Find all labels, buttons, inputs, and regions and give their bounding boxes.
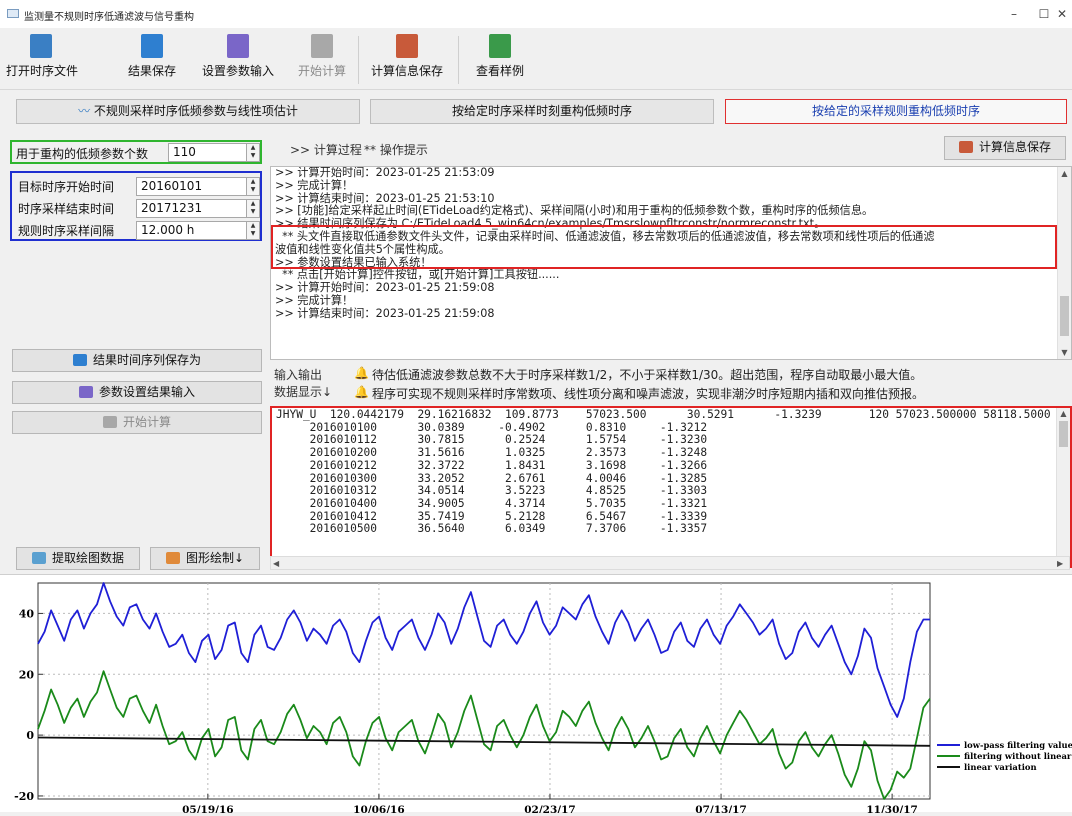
plot-frame — [37, 582, 931, 800]
save-result-button[interactable]: 结果保存 — [120, 32, 184, 88]
data-scrollbar[interactable]: ▲ ▼ — [1056, 408, 1070, 566]
toolbar-separator — [358, 36, 359, 84]
save-icon — [72, 354, 87, 366]
time-params-group: 目标时序开始时间 20160101 ▲ ▼ 时序采样结束时间 20171231 ▲… — [10, 171, 262, 241]
log-line: >> 完成计算！ — [275, 178, 354, 192]
data-row: 2016010212 32.3722 1.8431 3.1698 -1.3266 — [276, 458, 708, 472]
tab-given-rule[interactable]: 按给定的采样规则重构低频时序 — [725, 99, 1067, 124]
info-save-icon — [396, 34, 418, 58]
title-bar: 监测量不规则时序低通滤波与信号重构 – ☐ ✕ — [0, 0, 1072, 28]
start-time-input[interactable]: 20160101 — [136, 177, 248, 196]
legend-label: filtering without linear — [964, 751, 1072, 761]
y-tick-label: 40 — [19, 607, 35, 620]
data-row: 2016010400 34.9005 4.3714 5.7035 -1.3321 — [276, 496, 708, 510]
y-tick-label: 0 — [26, 729, 34, 742]
save-info-toolbar-button[interactable]: 计算信息保存 — [366, 32, 448, 88]
data-row: 2016010500 36.5640 6.0349 7.3706 -1.3357 — [276, 522, 708, 536]
window-title: 监测量不规则时序低通滤波与信号重构 — [24, 12, 194, 23]
log-process-label: >> 计算过程 — [290, 143, 362, 157]
line-chart: -200204005/19/16 10/06/16 02/23/17 07/13/17… — [14, 582, 1072, 816]
save-series-button[interactable]: 结果时间序列保存为 — [12, 349, 262, 372]
save-info-button[interactable]: 计算信息保存 — [944, 136, 1066, 160]
wave-icon: 〰 — [78, 104, 91, 118]
start-time-spinner[interactable]: ▲ ▼ — [246, 177, 260, 196]
scroll-right-icon[interactable]: ▶ — [1057, 559, 1063, 568]
log-pane[interactable]: >> 计算开始时间：2023-01-25 21:53:09 >> 完成计算！ >… — [270, 166, 1072, 360]
end-time-label: 时序采样结束时间 — [18, 202, 115, 216]
y-tick-label: -20 — [14, 790, 34, 803]
series-line-low-pass-filtering-value — [37, 582, 930, 718]
io-label: 输入输出 — [274, 368, 323, 382]
tab-given-times[interactable]: 按给定时序采样时刻重构低频时序 — [370, 99, 714, 124]
toolbar: 打开时序文件 结果保存 设置参数输入 开始计算 计算信息保存 查看样例 — [0, 28, 1072, 90]
log-scrollbar[interactable]: ▲ ▼ — [1057, 167, 1071, 359]
toolbar-separator — [458, 36, 459, 84]
settings-input-icon — [227, 34, 249, 58]
notice-line-2: 程序可实现不规则采样时序常数项、线性项分离和噪声滤波，实现非潮汐时序短期内插和双… — [372, 387, 925, 401]
legend-label: low-pass filtering value — [964, 740, 1072, 750]
open-file-button[interactable]: 打开时序文件 — [6, 32, 78, 88]
data-hscrollbar[interactable]: ◀ ▶ — [270, 556, 1070, 570]
notice-line-1: 待估低通滤波参数总数不大于时序采样数1/2，不小于采样数1/30。超出范围，程序… — [372, 368, 923, 382]
draw-icon — [165, 552, 180, 564]
legend-label: linear variation — [964, 762, 1037, 772]
bell-icon: 🔔 — [354, 366, 369, 380]
data-rows: JHYW_U 120.0442179 29.16216832 109.8773 … — [276, 408, 1051, 536]
interval-spinner[interactable]: ▲ ▼ — [246, 221, 260, 240]
data-display-label: 数据显示↓ — [274, 385, 333, 399]
data-header-row: JHYW_U 120.0442179 29.16216832 109.8773 … — [276, 408, 1051, 421]
lowfreq-count-input[interactable]: 110 — [168, 143, 250, 162]
log-highlight-box — [271, 225, 1057, 269]
data-scroll-thumb[interactable] — [1059, 421, 1068, 447]
log-line: >> 计算结束时间：2023-01-25 21:59:08 — [275, 306, 495, 320]
y-tick-label: 20 — [19, 668, 35, 681]
tab-irregular-params[interactable]: 〰 不规则采样时序低频参数与线性项估计 — [16, 99, 360, 124]
log-line: >> 计算开始时间：2023-01-25 21:53:09 — [275, 166, 495, 179]
scroll-up-icon[interactable]: ▲ — [1057, 409, 1070, 418]
open-file-icon — [30, 34, 52, 58]
calculate-icon — [102, 416, 117, 428]
draw-plot-button[interactable]: 图形绘制↓ — [150, 547, 260, 570]
start-calc-toolbar-button[interactable]: 开始计算 — [294, 32, 350, 88]
log-scroll-thumb[interactable] — [1060, 296, 1069, 336]
scroll-down-icon[interactable]: ▼ — [1058, 348, 1071, 357]
app-icon — [7, 9, 19, 18]
close-button[interactable]: ✕ — [1052, 4, 1072, 24]
interval-input[interactable]: 12.000 h — [136, 221, 248, 240]
start-time-label: 目标时序开始时间 — [18, 180, 115, 194]
log-hint-label: ** 操作提示 — [364, 143, 428, 157]
data-pane[interactable]: JHYW_U 120.0442179 29.16216832 109.8773 … — [270, 406, 1072, 568]
plot-panel: -20 0 20 40 05/19/16 10/06/16 02/23/17 07/13/17… — [0, 574, 1072, 816]
log-line: >> 计算开始时间：2023-01-25 21:59:08 — [275, 281, 495, 295]
info-save-icon — [958, 141, 973, 153]
extract-plot-data-button[interactable]: 提取绘图数据 — [16, 547, 140, 570]
scroll-up-icon[interactable]: ▲ — [1058, 169, 1071, 178]
lowfreq-count-spinner[interactable]: ▲ ▼ — [246, 143, 260, 162]
start-calc-button[interactable]: 开始计算 — [12, 411, 262, 434]
calculate-icon — [311, 34, 333, 58]
end-time-input[interactable]: 20171231 — [136, 199, 248, 218]
param-input-button[interactable]: 参数设置结果输入 — [12, 381, 262, 404]
settings-input-icon — [78, 386, 93, 398]
bell-icon: 🔔 — [354, 385, 369, 399]
chart-icon — [31, 552, 46, 564]
log-line: >> 完成计算！ — [275, 293, 354, 307]
view-examples-button[interactable]: 查看样例 — [470, 32, 530, 88]
lowfreq-count-label: 用于重构的低频参数个数 — [16, 147, 149, 161]
set-params-button[interactable]: 设置参数输入 — [198, 32, 278, 88]
lowfreq-count-group: 用于重构的低频参数个数 110 ▲ ▼ — [10, 140, 262, 164]
scroll-left-icon[interactable]: ◀ — [273, 559, 279, 568]
save-icon — [141, 34, 163, 58]
examples-icon — [489, 34, 511, 58]
interval-label: 规则时序采样间隔 — [18, 224, 115, 238]
minimize-button[interactable]: – — [1000, 4, 1028, 24]
end-time-spinner[interactable]: ▲ ▼ — [246, 199, 260, 218]
data-row: 2016010200 31.5616 1.0325 2.3573 -1.3248 — [276, 446, 708, 460]
